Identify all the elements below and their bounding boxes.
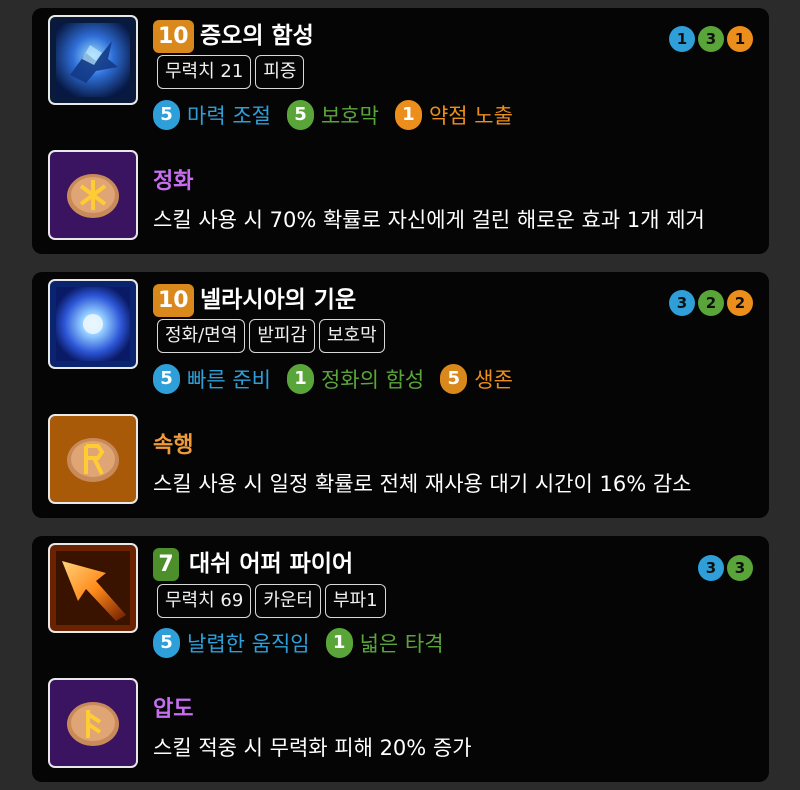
gem-indicator: 2: [698, 290, 724, 316]
skill-tags: 무력치 21 피증: [157, 55, 305, 89]
skill-card: 7 대쉬 어퍼 파이어 3 3 무력치 69 카운터 부파1 5 날렵한 움직임…: [32, 536, 769, 782]
skill-name: 대쉬 어퍼 파이어: [189, 551, 354, 577]
skill-tag: 보호막: [319, 319, 385, 353]
skill-level-badge: 10: [153, 284, 194, 317]
tripod-level: 5: [440, 364, 468, 394]
gem-indicators: 3 2 2: [669, 290, 753, 316]
skill-tags: 무력치 69 카운터 부파1: [157, 584, 386, 618]
skill-tag: 무력치 21: [157, 55, 252, 89]
tripod-name: 마력 조절: [187, 104, 271, 128]
tripod[interactable]: 1 넓은 타격: [325, 628, 444, 658]
tripod-row: 5 빠른 준비 1 정화의 함성 5 생존: [153, 363, 529, 395]
skill-card: 10 넬라시아의 기운 3 2 2 정화/면역 받피감 보호막 5 빠른 준비 …: [32, 272, 769, 518]
blue-orb-skill-icon[interactable]: [48, 279, 138, 369]
tripod-level: 5: [153, 364, 180, 394]
tripod-name: 약점 노출: [428, 104, 513, 128]
tripod-row: 5 마력 조절 5 보호막 1 약점 노출: [153, 99, 529, 131]
tripod-level: 1: [325, 628, 353, 658]
skill-tag: 무력치 69: [157, 584, 252, 618]
tripod-level: 1: [394, 100, 422, 130]
skill-level-badge: 10: [153, 20, 194, 53]
tripod-level: 5: [153, 628, 180, 658]
skill-tags: 정화/면역 받피감 보호막: [157, 319, 385, 353]
purple-rune-icon[interactable]: [48, 150, 138, 240]
skill-tag: 피증: [255, 55, 305, 89]
tripod-name: 날렵한 움직임: [187, 632, 310, 656]
tripod-level: 5: [153, 100, 180, 130]
tripod[interactable]: 5 빠른 준비: [153, 364, 271, 394]
tripod[interactable]: 5 보호막: [286, 100, 379, 130]
gem-indicator: 1: [669, 26, 695, 52]
tripod[interactable]: 1 약점 노출: [394, 100, 513, 130]
purple-rune-icon[interactable]: [48, 678, 138, 768]
tripod-name: 정화의 함성: [320, 368, 425, 392]
fire-dash-skill-icon[interactable]: [48, 543, 138, 633]
skill-name: 넬라시아의 기운: [200, 287, 357, 313]
skill-card: 10 증오의 함성 1 3 1 무력치 21 피증 5 마력 조절 5 보호막 …: [32, 8, 769, 254]
tripod[interactable]: 5 날렵한 움직임: [153, 628, 310, 658]
gem-indicator: 2: [727, 290, 753, 316]
rune-name: 정화: [153, 169, 194, 194]
gem-indicator: 3: [669, 290, 695, 316]
tripod[interactable]: 5 마력 조절: [153, 100, 271, 130]
tripod-name: 넓은 타격: [359, 632, 444, 656]
skill-tag: 부파1: [325, 584, 386, 618]
gem-indicator: 3: [698, 26, 724, 52]
gem-indicators: 1 3 1: [669, 26, 753, 52]
tripod[interactable]: 5 생존: [440, 364, 513, 394]
gem-indicator: 1: [727, 26, 753, 52]
rune-name: 압도: [153, 697, 194, 722]
gem-indicator: 3: [698, 555, 724, 581]
tripod-row: 5 날렵한 움직임 1 넓은 타격: [153, 627, 460, 659]
skill-tag: 정화/면역: [157, 319, 246, 353]
skill-tag: 받피감: [249, 319, 315, 353]
tripod-name: 빠른 준비: [187, 368, 271, 392]
tripod-level: 5: [286, 100, 314, 130]
gem-indicator: 3: [727, 555, 753, 581]
skill-name: 증오의 함성: [200, 23, 314, 49]
rune-description: 스킬 사용 시 70% 확률로 자신에게 걸린 해로운 효과 1개 제거: [153, 208, 705, 232]
tripod[interactable]: 1 정화의 함성: [286, 364, 425, 394]
gem-indicators: 3 3: [698, 555, 753, 581]
skill-level-badge: 7: [153, 548, 179, 581]
ice-claw-skill-icon[interactable]: [48, 15, 138, 105]
rune-description: 스킬 사용 시 일정 확률로 전체 재사용 대기 시간이 16% 감소: [153, 472, 692, 496]
tripod-level: 1: [286, 364, 314, 394]
rune-description: 스킬 적중 시 무력화 피해 20% 증가: [153, 736, 472, 760]
tripod-name: 생존: [474, 368, 513, 392]
tripod-name: 보호막: [320, 104, 379, 128]
skill-tag: 카운터: [255, 584, 321, 618]
orange-rune-icon[interactable]: [48, 414, 138, 504]
rune-name: 속행: [153, 433, 194, 458]
